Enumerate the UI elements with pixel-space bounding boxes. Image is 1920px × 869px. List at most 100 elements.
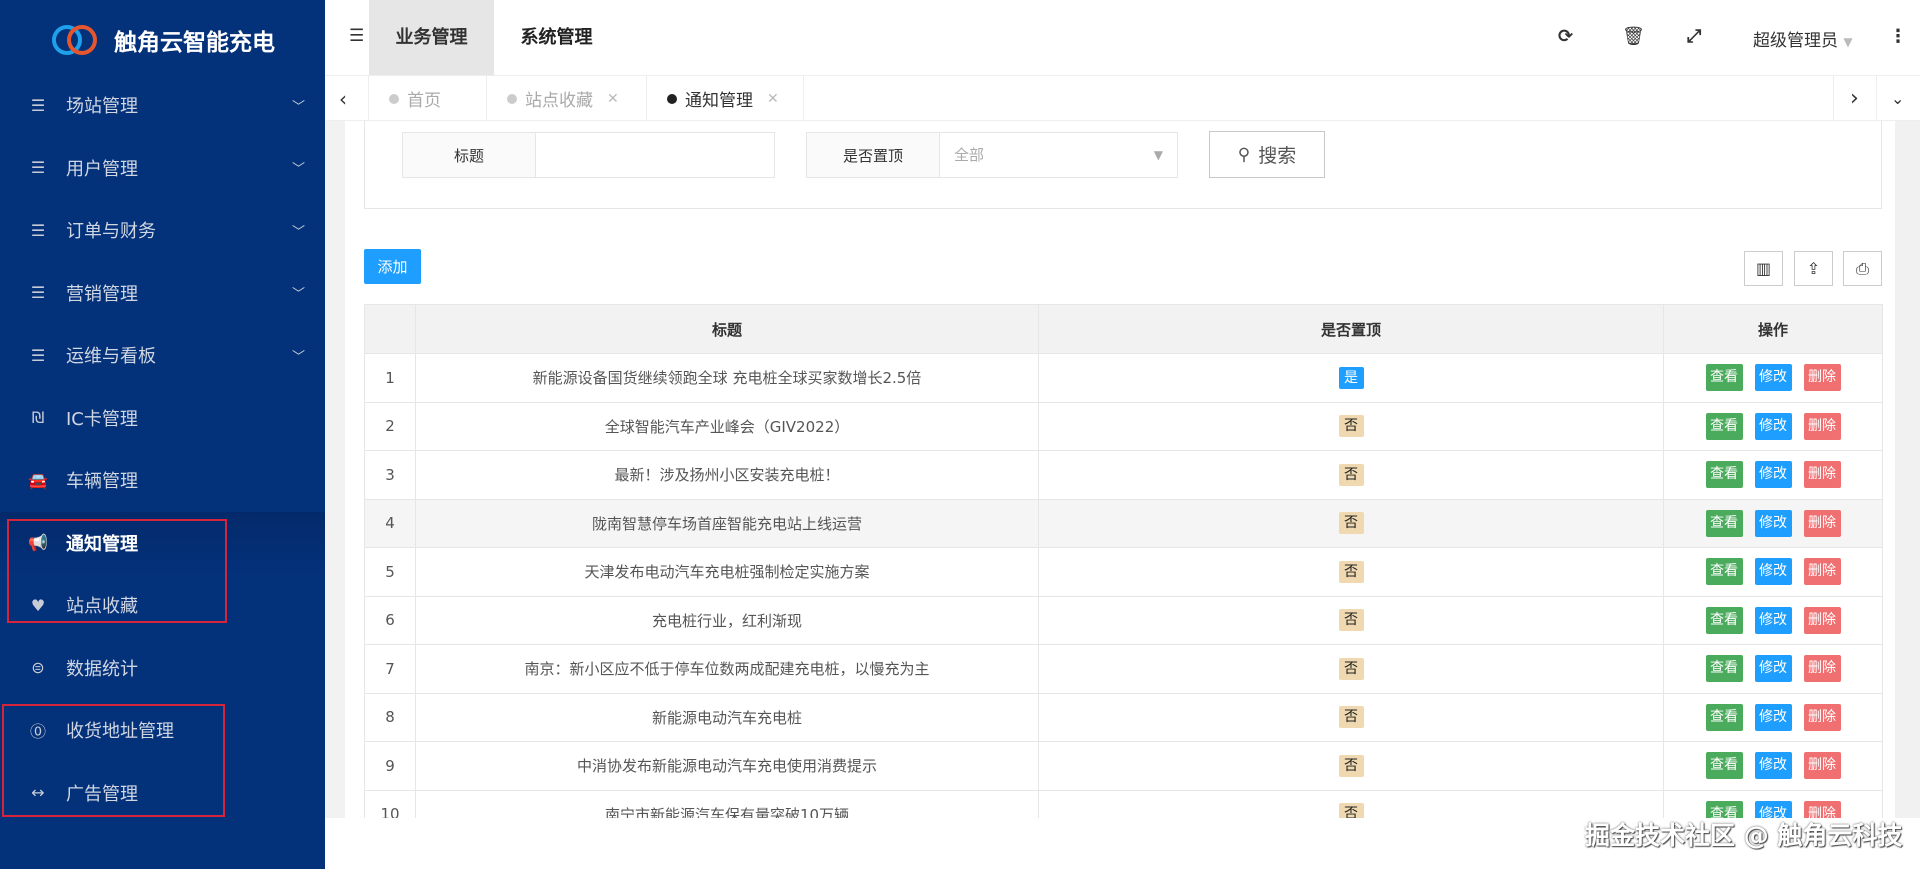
list-icon: ☰ [30,158,46,177]
edit-button[interactable]: 修改 [1754,509,1792,537]
view-button[interactable]: 查看 [1705,364,1743,392]
user-menu[interactable]: 超级管理员 ▼ [1753,26,1853,51]
delete-button[interactable]: 删除 [1803,606,1841,634]
delete-button[interactable]: 删除 [1803,703,1841,731]
scrollbar[interactable] [1895,121,1920,818]
list-icon: ☰ [30,283,46,302]
close-icon[interactable]: ✕ [767,91,779,107]
table-row[interactable]: 2 全球智能汽车产业峰会（GIV2022） 否 查看 修改 删除 [364,402,1883,451]
table-row[interactable]: 7 南京：新小区应不低于停车位数两成配建充电桩，以慢充为主 否 查看 修改 删除 [364,644,1883,694]
row-index: 8 [364,693,416,742]
row-title: 全球智能汽车产业峰会（GIV2022） [415,402,1039,451]
edit-button[interactable]: 修改 [1754,558,1792,586]
add-button[interactable]: 添加 [364,249,421,284]
table-row[interactable]: 6 充电桩行业，红利渐现 否 查看 修改 删除 [364,596,1883,645]
edit-button[interactable]: 修改 [1754,364,1792,392]
search-button[interactable]: ⚲ 搜索 [1209,131,1325,178]
view-button[interactable]: 查看 [1705,412,1743,440]
top-badge: 否 [1338,609,1364,632]
top-badge: 否 [1338,657,1364,680]
view-button[interactable]: 查看 [1705,461,1743,489]
topnav-system[interactable]: 系统管理 [494,0,619,75]
refresh-icon[interactable]: ⟳ [1558,26,1573,47]
topnav-business[interactable]: 业务管理 [369,0,494,75]
row-index: 3 [364,450,416,500]
sidebar-item[interactable]: ☰ 用户管理 ﹀ [0,137,325,199]
tab-favorites[interactable]: 站点收藏 ✕ [487,76,647,121]
sidebar-item[interactable]: ☰ 营销管理 ﹀ [0,262,325,324]
delete-button[interactable]: 删除 [1803,558,1841,586]
view-button[interactable]: 查看 [1705,509,1743,537]
table-row[interactable]: 1 新能源设备国货继续领跑全球 充电桩全球买家数增长2.5倍 是 查看 修改 删除 [364,353,1883,403]
row-top-cell: 否 [1038,547,1664,597]
sidebar-item[interactable]: ☰ 运维与看板 ﹀ [0,324,325,386]
edit-button[interactable]: 修改 [1754,412,1792,440]
trash-icon[interactable]: 🗑 [1622,26,1645,47]
row-actions: 查看 修改 删除 [1663,741,1883,791]
delete-button[interactable]: 删除 [1803,655,1841,683]
table-row[interactable]: 8 新能源电动汽车充电桩 否 查看 修改 删除 [364,693,1883,742]
chevron-down-icon: ﹀ [291,224,305,240]
list-icon: ☰ [30,345,46,365]
delete-button[interactable]: 删除 [1803,412,1841,440]
chevron-down-icon: ﹀ [291,162,305,177]
top-select[interactable]: 全部 ▼ [940,132,1178,178]
delete-button[interactable]: 删除 [1803,364,1841,392]
view-button[interactable]: 查看 [1705,558,1743,586]
edit-button[interactable]: 修改 [1754,752,1792,780]
table-row[interactable]: 5 天津发布电动汽车充电桩强制检定实施方案 否 查看 修改 删除 [364,547,1883,597]
print-icon[interactable]: ⎙ [1843,251,1882,286]
sidebar-item-label: 车辆管理 [66,471,138,492]
top-badge: 否 [1338,560,1364,583]
menu-toggle-icon[interactable]: ☰ [349,26,364,46]
row-index: 2 [364,402,416,451]
title-label: 标题 [402,132,536,178]
delete-button[interactable]: 删除 [1803,509,1841,537]
row-title: 中消协发布新能源电动汽车充电使用消费提示 [415,741,1039,791]
chevron-down-icon: ﹀ [291,287,305,302]
row-actions: 查看 修改 删除 [1663,353,1883,403]
tab-home[interactable]: 首页 [369,76,487,121]
edit-button[interactable]: 修改 [1754,461,1792,489]
edit-button[interactable]: 修改 [1754,606,1792,634]
view-button[interactable]: 查看 [1705,703,1743,731]
tab-dropdown-icon[interactable]: ⌄ [1877,76,1920,121]
delete-button[interactable]: 删除 [1803,461,1841,489]
fullscreen-icon[interactable]: ⤢ [1687,26,1701,47]
delete-button[interactable]: 删除 [1803,752,1841,780]
tab-scroll-left[interactable]: ‹ [325,76,369,121]
view-button[interactable]: 查看 [1705,655,1743,683]
sidebar-item[interactable]: ☰ 场站管理 ﹀ [0,74,325,136]
columns-icon[interactable]: ▥ [1744,251,1783,286]
app-title: 触角云智能充电 [114,30,275,56]
row-index: 6 [364,596,416,645]
table-row[interactable]: 9 中消协发布新能源电动汽车充电使用消费提示 否 查看 修改 删除 [364,741,1883,791]
table-row[interactable]: 4 陇南智慧停车场首座智能充电站上线运营 否 查看 修改 删除 [364,499,1883,548]
edit-button[interactable]: 修改 [1754,703,1792,731]
row-index: 7 [364,644,416,694]
table-row[interactable]: 3 最新！涉及扬州小区安装充电桩！ 否 查看 修改 删除 [364,450,1883,500]
tab-notice[interactable]: 通知管理 ✕ [647,76,804,121]
view-button[interactable]: 查看 [1705,752,1743,780]
logo[interactable]: 触角云智能充电 [50,20,275,60]
row-top-cell: 否 [1038,450,1664,500]
edit-button[interactable]: 修改 [1754,655,1792,683]
tab-label: 站点收藏 [525,91,593,111]
list-icon: ☰ [30,220,46,240]
view-button[interactable]: 查看 [1705,606,1743,634]
sidebar-item[interactable]: ☰ 订单与财务 ﹀ [0,199,325,261]
top-badge: 否 [1338,415,1364,438]
row-index: 9 [364,741,416,791]
more-icon[interactable]: ⋮ [1889,26,1907,47]
table-header: 标题 是否置顶 操作 [364,304,1883,354]
title-input[interactable] [536,132,775,178]
top-badge: 是 [1338,366,1364,389]
sidebar-item[interactable]: ₪ IC卡管理 [0,387,325,449]
close-icon[interactable]: ✕ [607,91,619,107]
sidebar-item[interactable]: 🚘 车辆管理 [0,449,325,511]
list-icon: ☰ [30,95,46,115]
sidebar-item[interactable]: ⊜ 数据统计 [0,637,325,699]
tab-scroll-right[interactable]: › [1833,76,1877,121]
top-bar: ☰ 业务管理 系统管理 ⟳ 🗑 ⤢ 超级管理员 ▼ ⋮ [325,0,1920,75]
export-icon[interactable]: ⇪ [1794,251,1833,286]
